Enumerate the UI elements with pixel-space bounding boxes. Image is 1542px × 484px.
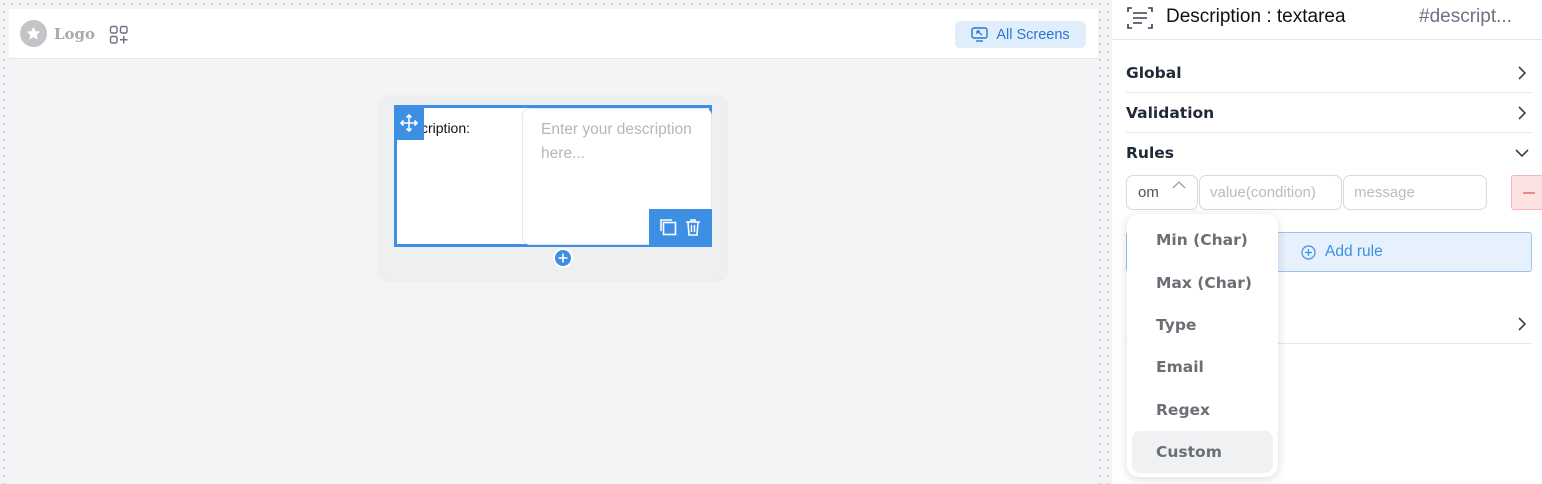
form-card: cription:: [380, 97, 726, 280]
section-rules[interactable]: Rules: [1126, 133, 1532, 173]
rule-value-input[interactable]: [1199, 175, 1342, 210]
chevron-down-icon: [1515, 149, 1529, 158]
chevron-right-icon: [1518, 316, 1527, 331]
rule-type-dropdown: Min (Char) Max (Char) Type Email Regex C…: [1127, 214, 1278, 477]
star-icon: [20, 20, 47, 47]
chevron-right-icon: [1518, 105, 1527, 120]
panel-header: Description : textarea #descript...: [1112, 0, 1542, 40]
rule-message-input[interactable]: [1343, 175, 1487, 210]
chevron-up-icon: [1172, 181, 1186, 189]
dropdown-option-email[interactable]: Email: [1132, 346, 1273, 388]
chevron-right-icon: [1518, 65, 1527, 80]
section-validation[interactable]: Validation: [1126, 93, 1532, 133]
remove-rule-button[interactable]: [1511, 175, 1542, 210]
move-icon[interactable]: [394, 105, 424, 140]
dropdown-option-regex[interactable]: Regex: [1132, 389, 1273, 431]
add-widget-icon[interactable]: [109, 25, 129, 45]
component-actions: [649, 209, 712, 245]
minus-icon: [1522, 191, 1535, 194]
logo-text: Logo: [54, 24, 96, 43]
add-below-icon[interactable]: [553, 248, 573, 268]
textarea-type-icon: [1127, 7, 1153, 29]
rule-type-value: om: [1138, 184, 1159, 201]
dropdown-option-max-char[interactable]: Max (Char): [1132, 261, 1273, 303]
field-label: cription:: [421, 120, 471, 136]
section-label: Rules: [1126, 144, 1175, 162]
rule-row: om: [1126, 175, 1542, 210]
section-label: Validation: [1126, 103, 1215, 122]
all-screens-button[interactable]: All Screens: [955, 21, 1086, 48]
add-rule-label: Add rule: [1325, 243, 1383, 260]
selected-component[interactable]: cription:: [394, 105, 712, 268]
dropdown-option-min-char[interactable]: Min (Char): [1132, 219, 1273, 261]
screen-icon: [971, 27, 989, 42]
component-id: #descript...: [1419, 6, 1512, 27]
section-label: Global: [1126, 63, 1182, 82]
rule-type-select[interactable]: om: [1126, 175, 1198, 210]
canvas-topbar: Logo All Screens: [9, 9, 1098, 59]
section-global[interactable]: Global: [1126, 53, 1532, 93]
design-canvas: Logo All Screens cription:: [9, 9, 1098, 484]
dropdown-option-type[interactable]: Type: [1132, 304, 1273, 346]
dropdown-option-custom[interactable]: Custom: [1132, 430, 1273, 474]
plus-circle-icon: [1301, 244, 1316, 260]
copy-icon[interactable]: [658, 217, 678, 237]
trash-icon[interactable]: [683, 217, 703, 237]
component-title: Description : textarea: [1166, 6, 1346, 27]
logo: Logo: [20, 20, 95, 47]
all-screens-label: All Screens: [996, 26, 1070, 43]
